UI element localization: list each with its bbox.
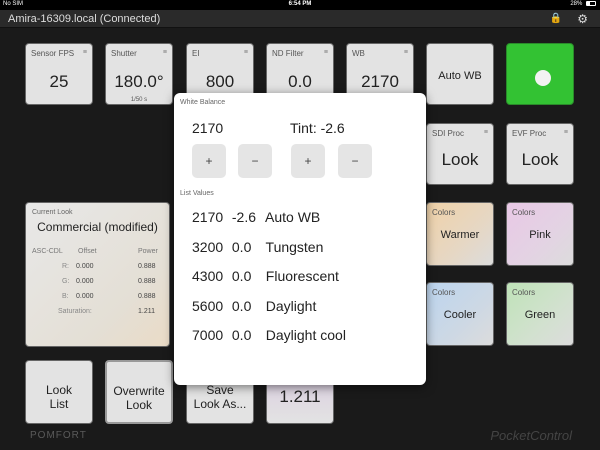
wb-list-item[interactable]: 5600 0.0 Daylight bbox=[192, 298, 316, 314]
auto-wb-button[interactable]: Auto WB bbox=[426, 43, 494, 105]
battery-icon bbox=[586, 1, 596, 6]
current-look-panel[interactable]: Current Look Commercial (modified) ASC-C… bbox=[25, 202, 170, 347]
offset-value: 0.000 bbox=[76, 263, 94, 270]
channel-label: B: bbox=[62, 293, 69, 300]
battery-status: 28% bbox=[570, 1, 596, 7]
sensor-fps-tile[interactable]: Sensor FPS ≡ 25 bbox=[25, 43, 93, 105]
tile-value: 2170 bbox=[361, 72, 399, 91]
color-cooler-tile[interactable]: Colors Cooler bbox=[426, 282, 494, 346]
shutter-tile[interactable]: Shutter ≡ 180.0° 1/50 s bbox=[105, 43, 173, 105]
popover-title: White Balance bbox=[180, 99, 226, 106]
tile-value: Look bbox=[521, 150, 559, 169]
record-status-button[interactable] bbox=[506, 43, 574, 105]
saturation-label: Saturation: bbox=[58, 308, 92, 315]
tile-label: Colors bbox=[432, 208, 456, 217]
circle-icon bbox=[535, 70, 551, 86]
tile-value: 1.211 bbox=[279, 387, 321, 406]
menu-icon: ≡ bbox=[82, 49, 87, 56]
wb-kelvin-value: 2170 bbox=[192, 120, 224, 136]
pomfort-logo: POMFORT bbox=[30, 430, 87, 441]
button-label: Save Look As... bbox=[193, 383, 247, 411]
look-name: Commercial (modified) bbox=[37, 220, 158, 234]
power-value: 0.888 bbox=[138, 293, 156, 300]
cdl-header: ASC-CDL bbox=[32, 248, 63, 255]
pocketcontrol-logo: PocketControl bbox=[490, 428, 572, 443]
tile-subvalue: 1/50 s bbox=[130, 97, 148, 103]
tile-value: 0.0 bbox=[288, 72, 312, 91]
kelvin-plus-button[interactable]: + bbox=[192, 144, 226, 178]
tile-label: Colors bbox=[512, 208, 536, 217]
tile-label: SDI Proc bbox=[432, 129, 465, 138]
wb-list-item[interactable]: 4300 0.0 Fluorescent bbox=[192, 268, 339, 284]
tile-label: EVF Proc bbox=[512, 129, 547, 138]
tile-value: 25 bbox=[49, 72, 69, 91]
list-values-title: List Values bbox=[180, 190, 214, 197]
button-label: Look List bbox=[45, 383, 73, 411]
sdi-proc-tile[interactable]: SDI Proc ≡ Look bbox=[426, 123, 494, 185]
tint-plus-button[interactable]: + bbox=[291, 144, 325, 178]
color-warmer-tile[interactable]: Colors Warmer bbox=[426, 202, 494, 266]
menu-icon: ≡ bbox=[243, 49, 248, 56]
look-list-button[interactable]: Look List bbox=[25, 360, 93, 424]
tile-value: 180.0° bbox=[114, 72, 164, 91]
tile-value: Look bbox=[441, 150, 479, 169]
gear-icon[interactable]: ⚙ bbox=[577, 12, 588, 26]
lock-icon[interactable]: 🔒 bbox=[550, 13, 562, 24]
tile-value: Pink bbox=[529, 229, 551, 241]
tile-label: Shutter bbox=[111, 49, 137, 58]
white-balance-popover: White Balance 2170 Tint: -2.6 + − + − Li… bbox=[174, 93, 426, 385]
tile-value: Cooler bbox=[443, 309, 477, 321]
tile-value: 800 bbox=[205, 72, 235, 91]
tile-label: Colors bbox=[432, 288, 456, 297]
ios-status-bar: No SIM 6:54 PM 28% bbox=[0, 0, 600, 10]
tile-label: Colors bbox=[512, 288, 536, 297]
overwrite-look-button[interactable]: Overwrite Look bbox=[105, 360, 173, 424]
menu-icon: ≡ bbox=[563, 129, 568, 136]
tint-minus-button[interactable]: − bbox=[338, 144, 372, 178]
tile-label: WB bbox=[352, 49, 365, 58]
connection-title: Amira-16309.local (Connected) bbox=[8, 13, 161, 25]
tile-value: Green bbox=[524, 309, 556, 321]
offset-value: 0.000 bbox=[76, 293, 94, 300]
menu-icon: ≡ bbox=[403, 49, 408, 56]
saturation-value: 1.211 bbox=[138, 308, 155, 315]
power-value: 0.888 bbox=[138, 278, 156, 285]
tile-label: Sensor FPS bbox=[31, 49, 75, 58]
auto-wb-label: Auto WB bbox=[438, 70, 482, 82]
tile-label: ND Filter bbox=[272, 49, 304, 58]
menu-icon: ≡ bbox=[483, 129, 488, 136]
channel-label: R: bbox=[62, 263, 69, 270]
cdl-header-row: ASC-CDL Offset Power bbox=[32, 248, 158, 255]
app-titlebar: Amira-16309.local (Connected) 🔒 ⚙ bbox=[0, 10, 600, 28]
power-header: Power bbox=[138, 248, 158, 255]
evf-proc-tile[interactable]: EVF Proc ≡ Look bbox=[506, 123, 574, 185]
wb-list-item[interactable]: 2170 -2.6 Auto WB bbox=[192, 209, 320, 225]
tile-value: Warmer bbox=[440, 229, 480, 241]
current-look-label: Current Look bbox=[32, 209, 73, 216]
menu-icon: ≡ bbox=[162, 49, 167, 56]
channel-label: G: bbox=[62, 278, 70, 285]
wb-list-item[interactable]: 7000 0.0 Daylight cool bbox=[192, 327, 346, 343]
power-value: 0.888 bbox=[138, 263, 156, 270]
tile-label: EI bbox=[192, 49, 200, 58]
battery-percent: 28% bbox=[570, 1, 583, 8]
button-label: Overwrite Look bbox=[113, 384, 165, 412]
menu-icon: ≡ bbox=[323, 49, 328, 56]
clock: 6:54 PM bbox=[288, 1, 312, 7]
color-green-tile[interactable]: Colors Green bbox=[506, 282, 574, 346]
offset-value: 0.000 bbox=[76, 278, 94, 285]
offset-header: Offset bbox=[78, 248, 97, 255]
kelvin-minus-button[interactable]: − bbox=[238, 144, 272, 178]
tint-value: Tint: -2.6 bbox=[290, 120, 345, 136]
color-pink-tile[interactable]: Colors Pink bbox=[506, 202, 574, 266]
wb-list-item[interactable]: 3200 0.0 Tungsten bbox=[192, 239, 323, 255]
